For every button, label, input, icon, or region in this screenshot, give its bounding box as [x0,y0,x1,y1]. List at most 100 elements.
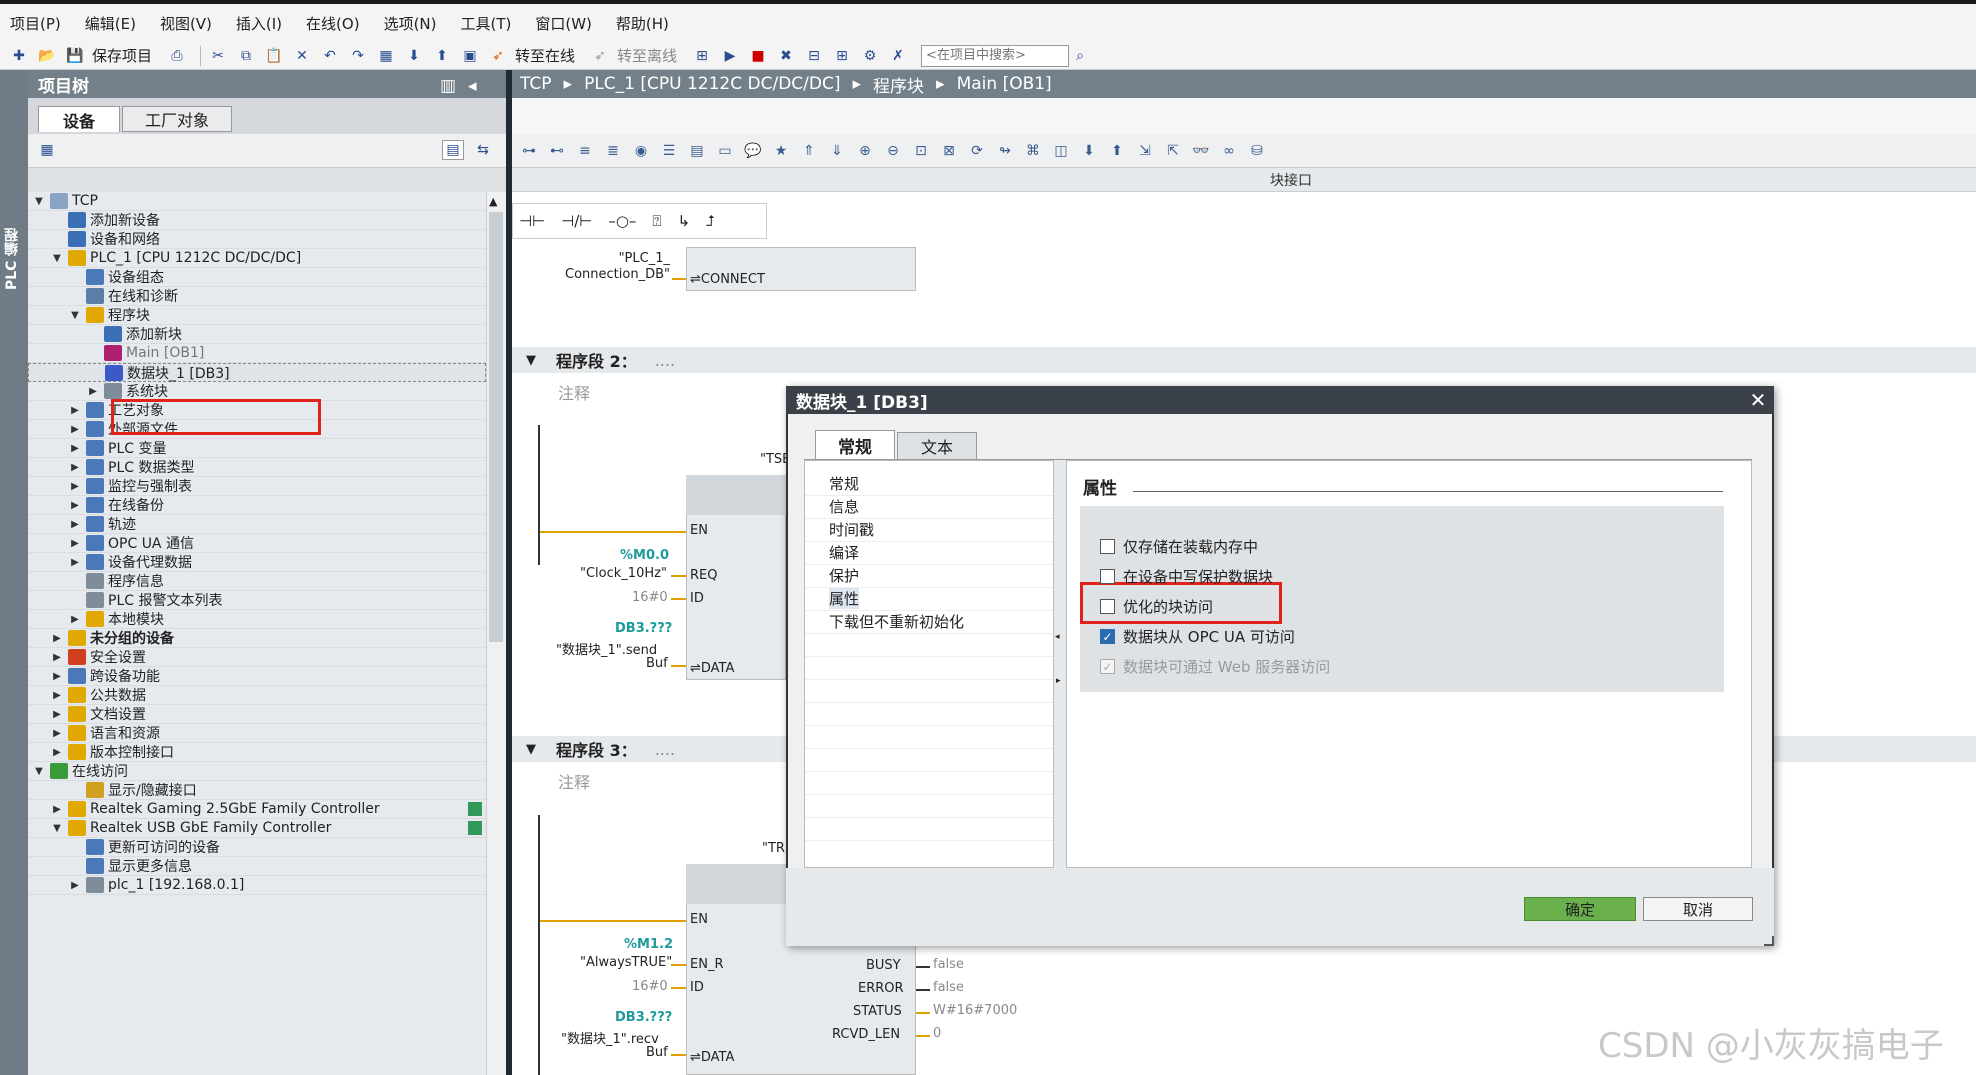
simulate-icon[interactable]: ▣ [459,46,481,66]
tree-item[interactable]: ▶ plc_1 [192.168.0.1] [28,876,486,895]
tree-item[interactable]: 设备和网络 [28,230,486,249]
tree-item[interactable]: ▼ 在线访问 [28,762,486,781]
checkbox[interactable] [1100,539,1115,554]
tree-item[interactable]: ▶ OPC UA 通信 [28,534,486,553]
open-project-icon[interactable]: 📂 [36,46,58,66]
tree-item[interactable]: ▶ 在线备份 [28,496,486,515]
table-icon[interactable]: ▤ [686,141,708,161]
search-go-icon[interactable]: ⌕ [1069,46,1091,66]
favorite-icon[interactable]: ★ [770,141,792,161]
collapsed-arrow-icon[interactable]: ▶ [68,424,82,435]
download-block-icon[interactable]: ⬇ [1078,141,1100,161]
splitter-right-icon[interactable]: ▸ [1056,676,1061,686]
option-row[interactable]: 在设备中写保护数据块 [1100,566,1273,587]
redo-icon[interactable]: ↷ [347,46,369,66]
absolute-address-icon[interactable]: ⊡ [910,141,932,161]
tree-item[interactable]: ▶ 语言和资源 [28,724,486,743]
tree-item[interactable]: 程序信息 [28,572,486,591]
undo-icon[interactable]: ↶ [319,46,341,66]
refresh-icon[interactable]: ⟳ [966,141,988,161]
new-project-icon[interactable]: ✚ [8,46,30,66]
tree-item[interactable]: ▶ 监控与强制表 [28,477,486,496]
checkbox[interactable] [1100,569,1115,584]
paste-icon[interactable]: 📋 [263,46,285,66]
split-vertical-icon[interactable]: ⊞ [831,46,853,66]
breadcrumb-item[interactable]: 程序块 [873,72,924,97]
glasses-icon[interactable]: ∞ [1218,141,1240,161]
menu-item[interactable]: 窗口(W) [535,13,592,34]
network-up-icon[interactable]: ⇑ [798,141,820,161]
pin-panel-icon[interactable]: ▥ [440,76,456,96]
cancel-button[interactable]: 取消 [1643,897,1753,921]
expanded-arrow-icon[interactable]: ▼ [50,823,64,834]
dialog-splitter[interactable]: ◂ ▸ [1054,460,1066,868]
network-down-icon[interactable]: ⇓ [826,141,848,161]
collapsed-arrow-icon[interactable]: ▶ [68,462,82,473]
checkbox[interactable] [1100,599,1115,614]
delete-network-icon[interactable]: ⊷ [546,141,568,161]
tree-item[interactable]: ▶ 公共数据 [28,686,486,705]
tree-item[interactable]: ▶ 文档设置 [28,705,486,724]
tree-item[interactable]: ▼ 程序块 [28,306,486,325]
menu-item[interactable]: 在线(O) [306,13,360,34]
no-contact-icon[interactable]: ⊣⊢ [519,212,545,230]
menu-item[interactable]: 插入(I) [236,13,282,34]
step-over-icon[interactable]: ⇱ [1162,141,1184,161]
tree-item[interactable]: ▶ 本地模块 [28,610,486,629]
step-icon[interactable]: ⇲ [1134,141,1156,161]
close-all-icon[interactable]: ⊖ [882,141,904,161]
tree-item[interactable]: ▶ PLC 数据类型 [28,458,486,477]
tree-item[interactable]: ▼ Realtek USB GbE Family Controller [28,819,486,838]
dialog-nav-item[interactable]: 信息 [829,496,859,517]
compile-icon[interactable]: ▦ [375,46,397,66]
cross-reference-icon[interactable]: ✖ [775,46,797,66]
start-cpu-icon[interactable]: ▶ [719,46,741,66]
open-all-icon[interactable]: ⊕ [854,141,876,161]
dialog-nav-item[interactable]: 保护 [829,565,859,586]
menu-item[interactable]: 视图(V) [160,13,212,34]
collapsed-arrow-icon[interactable]: ▶ [50,804,64,815]
collapsed-arrow-icon[interactable]: ▶ [68,538,82,549]
upload-block-icon[interactable]: ⬆ [1106,141,1128,161]
tree-list-icon[interactable]: ▤ [442,140,464,160]
delete-icon[interactable]: ✕ [291,46,313,66]
collapsed-arrow-icon[interactable]: ▶ [86,386,100,397]
option-row[interactable]: ✓ 数据块从 OPC UA 可访问 [1100,626,1295,647]
dialog-nav-item[interactable]: 编译 [829,542,859,563]
download-icon[interactable]: ⬇ [403,46,425,66]
collapsed-arrow-icon[interactable]: ▶ [68,557,82,568]
watch-icon[interactable]: 👓 [1190,141,1212,161]
menu-item[interactable]: 工具(T) [461,13,512,34]
tree-overview-icon[interactable]: ▦ [36,140,58,160]
tools-icon[interactable]: ⚙ [859,46,881,66]
list-view-icon[interactable]: ☰ [658,141,680,161]
dialog-nav-item[interactable]: 常规 [829,473,859,494]
tab-devices[interactable]: 设备 [38,106,120,132]
tree-item[interactable]: Main [OB1] [28,344,486,363]
save-project-button[interactable]: 保存项目 [92,45,152,66]
menu-item[interactable]: 选项(N) [384,13,437,34]
dialog-nav-item[interactable]: 下载但不重新初始化 [829,611,964,632]
collapsed-arrow-icon[interactable]: ▶ [68,614,82,625]
tree-item[interactable]: 显示/隐藏接口 [28,781,486,800]
resize-grip-icon[interactable] [1764,936,1774,946]
tree-item[interactable]: ▶ 跨设备功能 [28,667,486,686]
tree-item[interactable]: ▶ 未分组的设备 [28,629,486,648]
menu-item[interactable]: 帮助(H) [616,13,669,34]
expanded-arrow-icon[interactable]: ▼ [32,766,46,777]
tab-general[interactable]: 常规 [815,430,895,460]
checkbox[interactable]: ✓ [1100,629,1115,644]
comment-icon[interactable]: 💬 [742,141,764,161]
collapsed-arrow-icon[interactable]: ▶ [50,690,64,701]
tree-item[interactable]: 显示更多信息 [28,857,486,876]
tab-plant-objects[interactable]: 工厂对象 [122,106,232,132]
collapsed-arrow-icon[interactable]: ▶ [68,500,82,511]
goto-icon[interactable]: ↬ [994,141,1016,161]
close-icon[interactable]: ✕ [1746,388,1770,412]
tree-sync-icon[interactable]: ⇆ [472,140,494,160]
splitter-left-icon[interactable]: ◂ [1055,632,1060,642]
tree-item[interactable]: ▶ Realtek Gaming 2.5GbE Family Controller [28,800,486,819]
tree-item[interactable]: PLC 报警文本列表 [28,591,486,610]
collapsed-arrow-icon[interactable]: ▶ [50,709,64,720]
option-row[interactable]: 优化的块访问 [1100,596,1213,617]
